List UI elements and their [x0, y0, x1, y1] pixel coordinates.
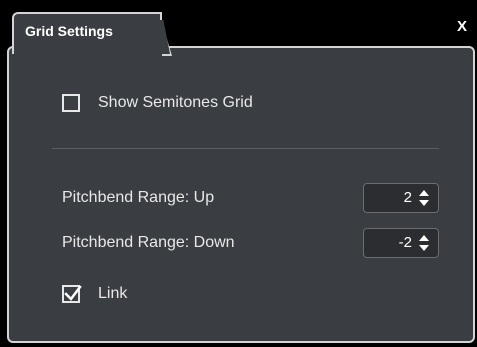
pitchbend-up-value: 2 — [403, 189, 412, 206]
show-semitones-grid-checkbox[interactable] — [62, 94, 80, 112]
grid-settings-dialog: Grid Settings X Show Semitones Grid Pitc… — [0, 0, 477, 347]
link-label: Link — [98, 285, 128, 302]
pitchbend-up-label: Pitchbend Range: Up — [62, 189, 215, 206]
spin-arrows-icon[interactable] — [418, 234, 430, 252]
panel-content: Show Semitones Grid Pitchbend Range: Up … — [0, 0, 477, 347]
show-semitones-grid-label: Show Semitones Grid — [98, 94, 253, 111]
pitchbend-down-label: Pitchbend Range: Down — [62, 234, 235, 251]
checkmark-icon — [64, 285, 82, 301]
pitchbend-down-stepper[interactable]: -2 — [363, 228, 439, 258]
spin-arrows-icon[interactable] — [418, 189, 430, 207]
divider — [52, 148, 439, 149]
pitchbend-up-stepper[interactable]: 2 — [363, 183, 439, 213]
link-checkbox[interactable] — [62, 285, 82, 303]
pitchbend-down-value: -2 — [398, 234, 412, 251]
